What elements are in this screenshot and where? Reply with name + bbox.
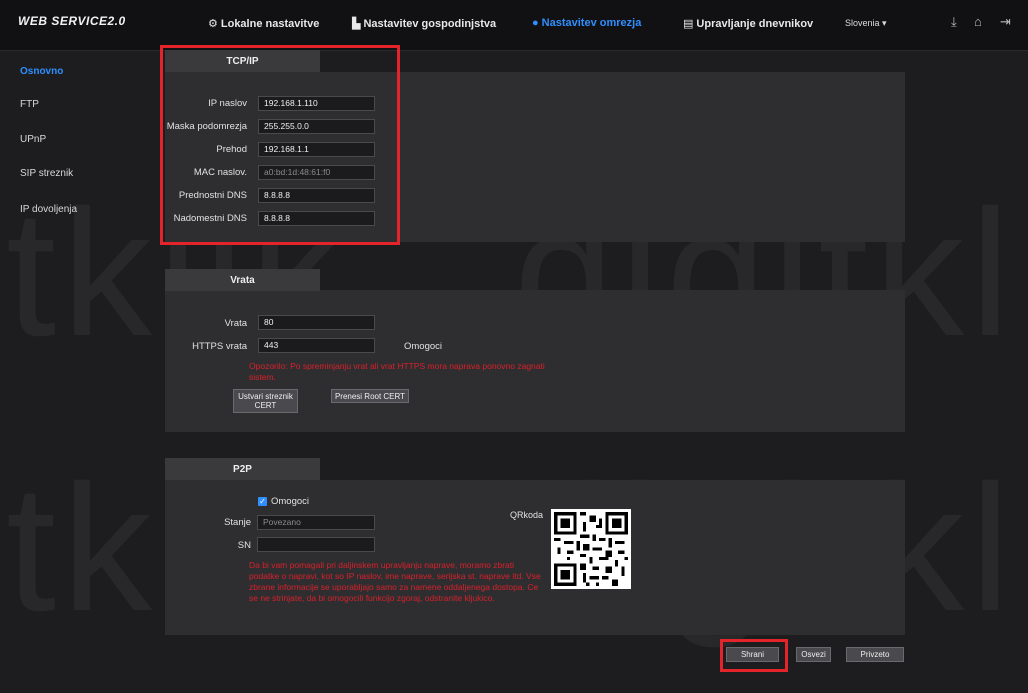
chevron-down-icon: ▾ <box>882 18 887 28</box>
log-icon: ▤ <box>683 18 694 30</box>
refresh-button[interactable]: Osvezi <box>796 647 831 662</box>
p2p-sn-field <box>257 537 375 552</box>
http-port-input[interactable]: 80 <box>258 315 375 330</box>
https-port-input[interactable]: 443 <box>258 338 375 353</box>
p2p-tab: P2P <box>165 458 320 480</box>
globe-icon: ● <box>532 17 539 29</box>
sidebar-item-upnp[interactable]: UPnP <box>20 134 46 145</box>
save-highlight <box>720 639 788 672</box>
download-icon[interactable]: ⤓ <box>951 14 957 30</box>
language-select[interactable]: Slovenia ▾ <box>845 18 887 29</box>
qr-code-graphic <box>551 509 631 589</box>
qr-code-label: QRkoda <box>510 510 544 520</box>
checkbox-label: Omogoci <box>271 496 310 507</box>
logout-icon[interactable]: ⇥ <box>1000 14 1011 30</box>
nav-household-settings[interactable]: ▙ Nastavitev gospodinjstva <box>352 17 497 31</box>
sidebar-item-basic[interactable]: Osnovno <box>20 66 63 77</box>
nav-local-settings[interactable]: ⚙ Lokalne nastavitve <box>208 17 320 31</box>
field-label: HTTPS vrata <box>192 341 247 352</box>
gear-icon: ⚙ <box>208 18 218 30</box>
tcpip-highlight <box>160 45 400 245</box>
nav-log-management[interactable]: ▤ Upravljanje dnevnikov <box>683 17 814 31</box>
field-label: Vrata <box>224 318 247 329</box>
https-enable-label: Omogoci <box>404 341 443 352</box>
brand-logo: WEB SERVICE2.0 <box>18 14 126 28</box>
home-icon[interactable]: ⌂ <box>974 14 982 29</box>
p2p-privacy-notice: Da bi vam pomagali pri daljinskem upravl… <box>249 560 541 603</box>
nav-label: Upravljanje dnevnikov <box>696 17 814 30</box>
ports-tab: Vrata <box>165 269 320 291</box>
upload-root-cert-button[interactable]: Prenesi Root CERT <box>331 389 409 403</box>
nav-label: Nastavitev gospodinjstva <box>363 17 497 30</box>
nav-network-settings[interactable]: ● Nastavitev omrezja <box>532 17 641 29</box>
building-icon: ▙ <box>352 18 361 30</box>
p2p-enable-checkbox[interactable]: ✓ Omogoci <box>258 496 309 507</box>
qr-code-image <box>551 509 631 589</box>
nav-label: Nastavitev omrezja <box>541 17 642 29</box>
language-label: Slovenia <box>845 18 880 28</box>
checkbox-checked-icon: ✓ <box>258 497 267 506</box>
nav-label: Lokalne nastavitve <box>220 17 320 30</box>
field-label: SN <box>237 540 251 551</box>
ports-warning: Opozorilo: Po spreminjanju vrat ali vrat… <box>249 361 545 382</box>
default-button[interactable]: Privzeto <box>846 647 904 662</box>
field-label: Stanje <box>224 517 251 528</box>
sidebar-item-ftp[interactable]: FTP <box>20 99 39 110</box>
sidebar-item-sip-server[interactable]: SIP streznik <box>20 168 73 179</box>
create-cert-button[interactable]: Ustvari streznik CERT <box>233 389 298 413</box>
sidebar-item-ip-permissions[interactable]: IP dovoljenja <box>20 204 77 215</box>
p2p-status-field: Povezano <box>257 515 375 530</box>
